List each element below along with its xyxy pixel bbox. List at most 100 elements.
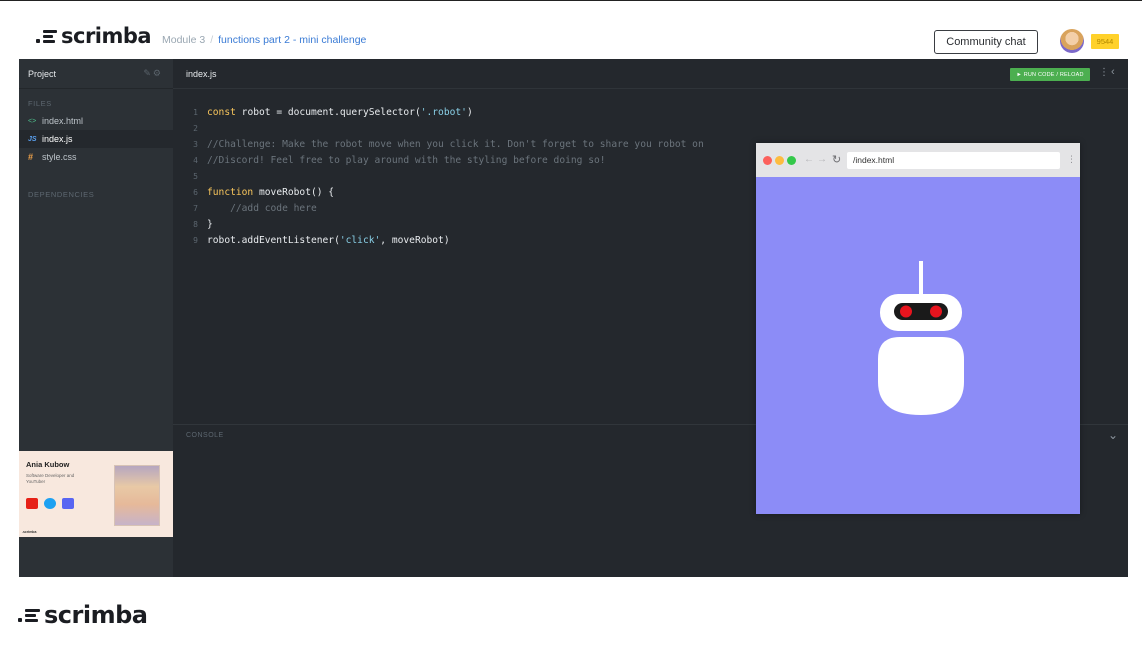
file-index-html[interactable]: <> index.html xyxy=(19,112,173,130)
js-file-icon: JS xyxy=(28,135,37,143)
close-dot-icon[interactable] xyxy=(763,156,772,165)
settings-icon[interactable]: ⚙ xyxy=(153,68,163,78)
teacher-card: Ania Kubow Software Developer and YouTub… xyxy=(19,451,173,537)
maximize-dot-icon[interactable] xyxy=(787,156,796,165)
preview-toolbar: ←→ ↻ /index.html ⋮ xyxy=(756,143,1080,177)
code-text: //Discord! Feel free to play around with… xyxy=(207,153,606,169)
line-number: 2 xyxy=(193,124,198,133)
logo-text: scrimba xyxy=(61,24,152,48)
files-label: FILES xyxy=(28,99,52,108)
scrimba-logo[interactable]: scrimba xyxy=(36,24,152,48)
dependencies-label[interactable]: DEPENDENCIES xyxy=(19,180,173,203)
points-badge: 9544 xyxy=(1091,34,1119,49)
code-text: robot.addEventListener('click', moveRobo… xyxy=(207,233,450,249)
robot-antenna xyxy=(919,261,923,299)
file-name: index.html xyxy=(42,116,84,126)
back-forward-icon[interactable]: ←→ xyxy=(804,154,830,165)
console-label: CONSOLE xyxy=(186,432,224,439)
code-line[interactable]: 1 const robot = document.querySelector('.… xyxy=(173,105,704,121)
line-number: 7 xyxy=(193,204,198,213)
file-style-css[interactable]: # style.css xyxy=(19,148,173,166)
teacher-role: Software Developer and YouTuber xyxy=(26,473,75,484)
window-controls xyxy=(763,156,796,165)
code-token: ) xyxy=(466,107,473,118)
sidebar-header: Project ✎⚙ xyxy=(19,59,173,89)
code-token: //Challenge: Make the robot move when yo… xyxy=(207,139,704,150)
more-options-icon[interactable]: ⋮ xyxy=(1099,67,1109,78)
teacher-name: Ania Kubow xyxy=(26,460,70,469)
line-number: 3 xyxy=(193,140,198,149)
reload-icon[interactable]: ↻ xyxy=(832,153,841,166)
editor-header: index.js xyxy=(173,59,1128,89)
line-number: 5 xyxy=(193,172,198,181)
code-lines[interactable]: 1 const robot = document.querySelector('.… xyxy=(173,105,704,249)
code-text: //add code here xyxy=(207,201,317,217)
discord-icon[interactable] xyxy=(62,498,74,509)
code-text: function moveRobot() { xyxy=(207,185,334,201)
code-token: const xyxy=(207,107,236,118)
line-number: 6 xyxy=(193,188,198,197)
user-avatar[interactable] xyxy=(1060,29,1084,53)
footer-logo[interactable]: scrimba xyxy=(18,603,148,627)
footer-logo-mark xyxy=(18,608,40,622)
twitter-icon[interactable] xyxy=(44,498,56,509)
run-code-button[interactable]: ► RUN CODE / RELOAD xyxy=(1010,68,1090,81)
code-line[interactable]: 9 robot.addEventListener('click', moveRob… xyxy=(173,233,704,249)
robot[interactable] xyxy=(756,177,1080,514)
code-line[interactable]: 5 xyxy=(173,169,704,185)
sidebar: Project ✎⚙ FILES <> index.html JS index.js… xyxy=(19,59,173,577)
code-token: robot = document.querySelector( xyxy=(235,107,421,118)
line-number: 8 xyxy=(193,220,198,229)
collapse-icon[interactable]: ‹ xyxy=(1111,66,1115,78)
minimize-dot-icon[interactable] xyxy=(775,156,784,165)
social-links xyxy=(26,498,74,509)
scrimba-logo-mark xyxy=(36,30,57,43)
robot-eye-left xyxy=(900,305,912,318)
community-chat-button[interactable]: Community chat xyxy=(934,30,1038,54)
file-name: index.js xyxy=(42,134,73,144)
breadcrumb-separator: / xyxy=(210,34,214,46)
breadcrumb-module[interactable]: Module 3 xyxy=(162,34,205,46)
code-line[interactable]: 4 //Discord! Feel free to play around wit… xyxy=(173,153,704,169)
breadcrumb: Module 3 / functions part 2 - mini challen… xyxy=(162,34,366,46)
preview-canvas xyxy=(756,177,1080,514)
code-line[interactable]: 6 function moveRobot() { xyxy=(173,185,704,201)
breadcrumb-current: functions part 2 - mini challenge xyxy=(218,34,367,46)
sidebar-tools: ✎⚙ xyxy=(143,68,163,79)
robot-eye-right xyxy=(930,305,942,318)
browser-preview: ←→ ↻ /index.html ⋮ xyxy=(756,143,1080,514)
code-token: 'click' xyxy=(339,235,381,246)
robot-body xyxy=(878,337,964,415)
preview-url-bar[interactable]: /index.html xyxy=(847,152,1060,169)
teacher-photo xyxy=(114,465,160,526)
code-token: moveRobot() { xyxy=(253,187,335,198)
tab-index-js[interactable]: index.js xyxy=(186,69,217,79)
chevron-down-icon[interactable]: ⌄ xyxy=(1108,428,1118,442)
code-token: '.robot' xyxy=(420,107,467,118)
file-name: style.css xyxy=(42,152,77,162)
line-number: 9 xyxy=(193,236,198,245)
code-token: function xyxy=(207,187,254,198)
code-text: } xyxy=(207,217,213,233)
line-number: 1 xyxy=(193,108,198,117)
code-token: //Discord! Feel free to play around with… xyxy=(207,155,606,166)
edit-icon[interactable]: ✎ xyxy=(143,68,153,78)
code-text: //Challenge: Make the robot move when yo… xyxy=(207,137,704,153)
code-line[interactable]: 7 //add code here xyxy=(173,201,704,217)
code-line[interactable]: 3 //Challenge: Make the robot move when y… xyxy=(173,137,704,153)
top-header: scrimba Module 3 / functions part 2 - mini… xyxy=(0,0,1142,59)
code-token: //add code here xyxy=(207,203,317,214)
preview-menu-icon[interactable]: ⋮ xyxy=(1067,154,1076,165)
html-file-icon: <> xyxy=(28,117,37,125)
code-line[interactable]: 8} xyxy=(173,217,704,233)
code-token: , moveRobot) xyxy=(380,235,450,246)
code-line[interactable]: 2 xyxy=(173,121,704,137)
youtube-icon[interactable] xyxy=(26,498,38,509)
css-file-icon: # xyxy=(28,152,34,162)
teacher-brand: .scrimba xyxy=(22,530,37,534)
line-number: 4 xyxy=(193,156,198,165)
code-text: const robot = document.querySelector('.r… xyxy=(207,105,473,121)
code-token: } xyxy=(207,219,213,230)
file-index-js[interactable]: JS index.js xyxy=(19,130,173,148)
project-title: Project xyxy=(28,68,57,79)
